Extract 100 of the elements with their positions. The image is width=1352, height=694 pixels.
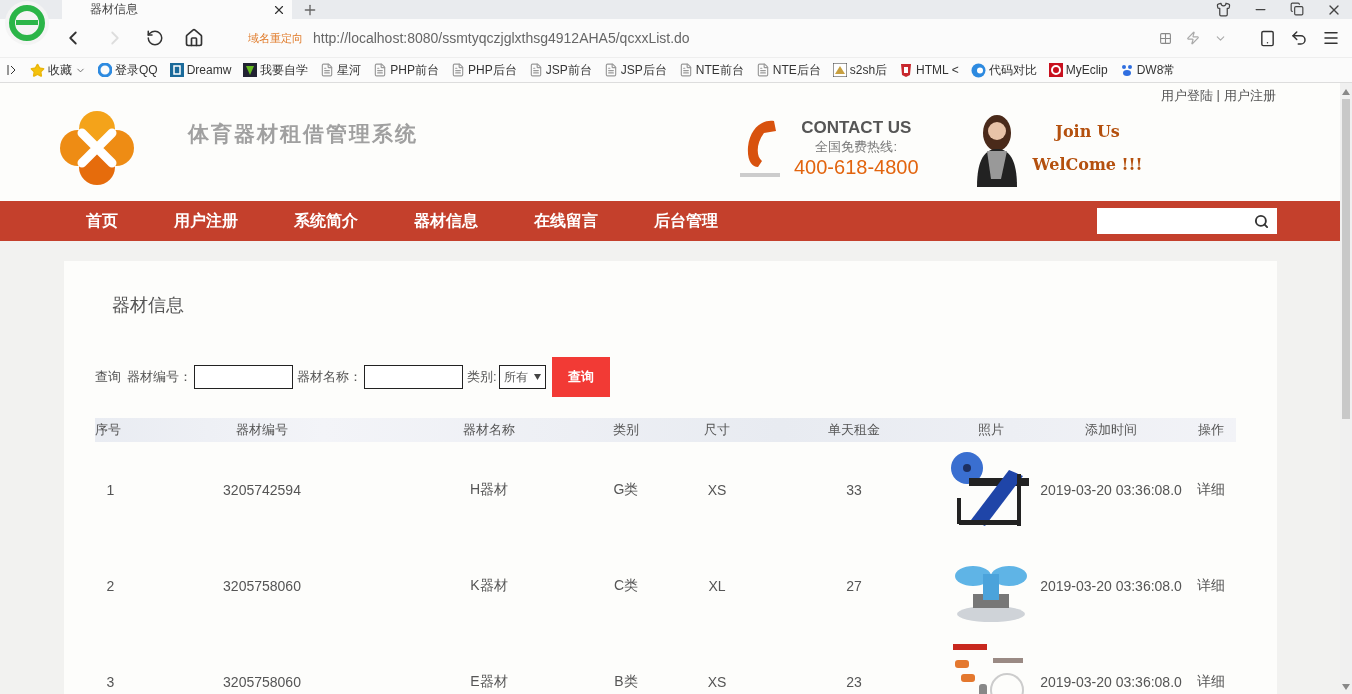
table-cell-text: C类 [612,577,640,595]
bookmark-link[interactable]: 收藏 [48,61,72,79]
bookmark-link[interactable]: NTE前台 [695,61,744,79]
table-cell-text: 3205758060 [222,578,302,594]
bookmark-link[interactable]: 登录QQ [115,61,158,79]
nav-link[interactable]: 在线留言 [534,210,598,232]
page-icon [678,63,693,77]
query-button[interactable]: 查询 [551,357,610,397]
bookmark-link[interactable]: JSP前台 [545,61,592,79]
bookmark-link[interactable]: 我要自学 [260,61,309,79]
square-logo-icon [1048,63,1063,77]
category-select[interactable]: 所有 [498,365,546,389]
join-us-text: Join Us [1055,122,1120,141]
page-icon [320,63,335,77]
register-link[interactable]: 用户注册 [1224,87,1276,105]
refresh-icon[interactable] [146,29,164,47]
login-link[interactable]: 用户登陆 [1160,87,1213,105]
table-cell-text: H器材 [468,481,510,499]
query-label: 查询 [95,368,121,386]
column-header: 类别 [612,421,640,439]
bookmark-link[interactable]: 星河 [337,61,362,79]
column-header: 照片 [977,421,1005,439]
bookmark-link[interactable]: DW8常 [1136,61,1176,79]
input-field[interactable] [194,365,293,389]
bookmark-link[interactable]: PHP后台 [468,61,517,79]
nav-link[interactable]: 系统简介 [294,210,358,232]
detail-link[interactable]: 详细 [1186,673,1236,691]
bookmark-link[interactable]: s2sh后 [849,61,888,79]
bookmark-link[interactable]: Dreamw [186,63,232,77]
circle-logo-icon [970,62,986,78]
nav-link[interactable]: 用户注册 [174,210,238,232]
column-header: 单天租金 [827,421,881,439]
site-title: 体育器材租借管理系统 [188,120,418,148]
table-cell-text: E器材 [469,673,509,691]
menu-icon[interactable] [1322,29,1340,47]
shirt-icon[interactable] [1216,1,1231,17]
bookmark-link[interactable]: PHP前台 [390,61,440,79]
grid-icon[interactable] [1159,31,1172,45]
detail-link[interactable]: 详细 [1186,481,1236,499]
bookmark-link[interactable]: MyEclip [1065,63,1108,77]
field-label: 器材编号： [127,368,192,386]
new-tab-icon[interactable] [302,2,318,18]
flower-logo-icon [58,109,136,187]
square-logo-icon [169,63,184,77]
nav-link[interactable]: 首页 [86,210,118,232]
redirect-label: 域名重定向 [248,30,303,46]
table-cell-text: 2 [105,578,116,594]
table-cell-text: 3205742594 [222,482,302,498]
contact-heading: CONTACT US [801,117,912,138]
tablet-icon[interactable] [1259,29,1276,47]
bookmark-link[interactable]: NTE后台 [772,61,821,79]
nav-link[interactable]: 后台管理 [654,210,718,232]
hotline-label: 全国免费热线: [815,137,898,156]
table-cell-text: B类 [613,673,639,691]
undo-icon[interactable] [1290,29,1308,47]
home-icon[interactable] [184,28,204,48]
page-icon [373,63,388,77]
animal-logo-icon [832,63,847,77]
sidebar-toggle-icon[interactable] [6,64,18,76]
detail-link[interactable]: 详细 [1186,577,1236,595]
column-header: 操作 [1197,421,1225,439]
browser-tab[interactable]: 器材信息 [62,0,292,19]
column-header: 器材编号 [235,421,289,439]
table-cell-text: 27 [845,578,863,594]
column-header: 器材名称 [462,421,516,439]
paw-icon [1119,63,1134,77]
bookmark-link[interactable]: HTML < [916,63,959,77]
field-label: 器材名称： [297,368,362,386]
search-field[interactable] [1097,208,1277,234]
table-cell-text: 23 [845,674,863,690]
page-icon [755,63,770,77]
table-cell-text: G类 [612,481,640,499]
scroll-down-icon[interactable] [1342,684,1350,690]
bookmark-link[interactable]: 代码对比 [988,61,1037,79]
panel-title: 器材信息 [112,294,185,317]
restore-icon[interactable] [1290,1,1304,16]
table-cell-text: 2019-03-20 03:36:08.0 [1039,674,1183,690]
address-field[interactable]: http://localhost:8080/ssmtyqczjglxthsg4912AHA5/qcxxList.do [313,30,690,46]
input-field[interactable] [364,365,463,389]
table-cell-text: 2019-03-20 03:36:08.0 [1039,482,1183,498]
circle-logo-icon [98,63,112,77]
separator: | [1216,87,1220,104]
bookmark-link[interactable]: JSP后台 [620,61,667,79]
column-header: 尺寸 [703,421,731,439]
scroll-up-icon[interactable] [1342,89,1350,95]
table-cell-text: K器材 [469,577,509,595]
table-cell-text: 2019-03-20 03:36:08.0 [1039,578,1183,594]
table-cell-text: XS [706,482,728,498]
nav-link[interactable]: 器材信息 [414,210,478,232]
search-icon[interactable] [1254,213,1269,229]
table-cell-text: XL [707,578,727,594]
shield-logo-icon [899,63,914,77]
page-icon [603,63,618,77]
table-cell-text: XS [706,674,728,690]
page-icon [451,63,466,77]
column-header: 添加时间 [1084,421,1138,439]
phone-number: 400-618-4800 [794,155,919,179]
scrollbar-thumb[interactable] [1342,99,1350,419]
table-cell-text: 3 [105,674,116,690]
page-icon [528,63,543,77]
